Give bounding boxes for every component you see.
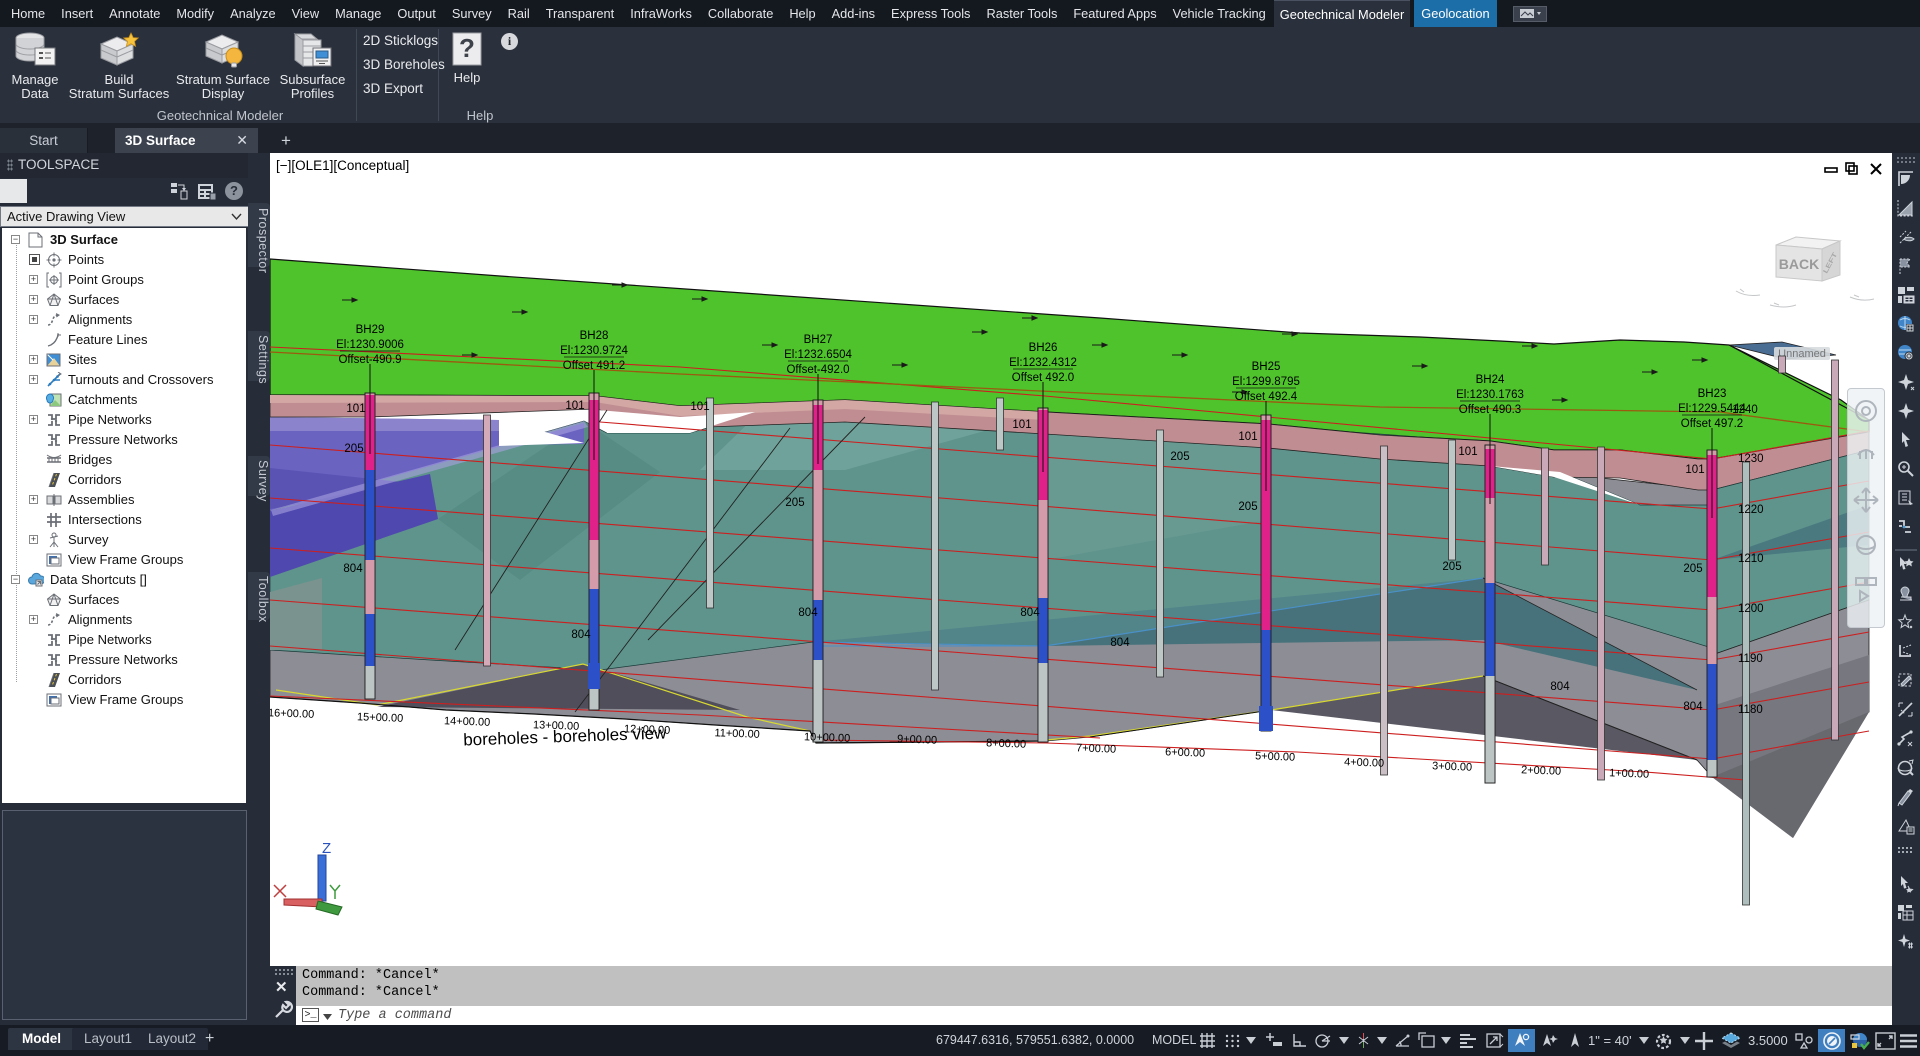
svg-text:3+00.00: 3+00.00 [1432, 760, 1472, 773]
svg-text:Offset 492.4: Offset 492.4 [1235, 391, 1298, 403]
svg-text:1180: 1180 [1738, 704, 1763, 716]
svg-text:1+00.00: 1+00.00 [1609, 767, 1649, 780]
svg-text:101: 101 [1458, 446, 1477, 458]
svg-text:6+00.00: 6+00.00 [1165, 746, 1205, 759]
svg-text:804: 804 [1683, 701, 1703, 713]
svg-text:101: 101 [1238, 431, 1257, 443]
svg-text:BH29: BH29 [356, 324, 385, 336]
svg-text:11+00.00: 11+00.00 [714, 727, 760, 741]
svg-text:BH27: BH27 [804, 334, 833, 346]
svg-text:205: 205 [1442, 561, 1461, 573]
svg-text:804: 804 [571, 629, 591, 641]
svg-text:101: 101 [690, 401, 709, 413]
svg-text:205: 205 [344, 443, 363, 455]
svg-text:1240: 1240 [1732, 404, 1758, 416]
svg-text:Z: Z [322, 841, 331, 857]
svg-text:El:1230.9724: El:1230.9724 [560, 345, 628, 357]
svg-text:boreholes - boreholes view: boreholes - boreholes view [463, 723, 667, 749]
svg-text:El:1230.9006: El:1230.9006 [336, 339, 404, 351]
svg-text:101: 101 [1685, 464, 1704, 476]
svg-text:Offset 492.0: Offset 492.0 [1012, 372, 1074, 384]
svg-text:205: 205 [1170, 451, 1189, 463]
svg-text:BH25: BH25 [1252, 361, 1281, 373]
svg-text:101: 101 [1012, 419, 1031, 431]
svg-text:4+00.00: 4+00.00 [1344, 756, 1384, 769]
svg-text:El:1230.1763: El:1230.1763 [1456, 389, 1524, 401]
svg-text:205: 205 [785, 497, 804, 509]
svg-text:5+00.00: 5+00.00 [1255, 750, 1295, 763]
svg-text:205: 205 [1683, 563, 1702, 575]
svg-text:14+00.00: 14+00.00 [444, 715, 491, 729]
svg-text:101: 101 [565, 400, 584, 412]
svg-text:Offset-490.9: Offset-490.9 [338, 354, 401, 366]
svg-text:El:1232.6504: El:1232.6504 [784, 349, 852, 361]
svg-text:BH28: BH28 [580, 330, 609, 342]
svg-text:BH23: BH23 [1698, 388, 1727, 400]
svg-text:16+00.00: 16+00.00 [270, 707, 314, 721]
svg-text:10+00.00: 10+00.00 [804, 731, 851, 745]
svg-text:BACK: BACK [1779, 256, 1819, 272]
svg-text:1200: 1200 [1738, 603, 1764, 615]
svg-text:7+00.00: 7+00.00 [1076, 742, 1116, 755]
svg-text:Offset-492.0: Offset-492.0 [786, 364, 849, 376]
svg-text:804: 804 [1020, 607, 1040, 619]
svg-text:804: 804 [798, 607, 818, 619]
svg-text:804: 804 [343, 563, 363, 575]
svg-text:804: 804 [1550, 681, 1570, 693]
svg-text:Offset 491.2: Offset 491.2 [563, 360, 625, 372]
svg-text:El:1232.4312: El:1232.4312 [1009, 357, 1077, 369]
svg-text:El:1299.8795: El:1299.8795 [1232, 376, 1300, 388]
svg-text:Offset 490.3: Offset 490.3 [1459, 404, 1521, 416]
svg-text:BH26: BH26 [1029, 342, 1058, 354]
svg-text:?: ? [459, 33, 475, 63]
svg-text:9+00.00: 9+00.00 [897, 733, 937, 746]
svg-text:1210: 1210 [1738, 553, 1764, 565]
svg-text:804: 804 [1110, 637, 1130, 649]
svg-text:Offset 497.2: Offset 497.2 [1681, 418, 1743, 430]
svg-text:BH24: BH24 [1476, 374, 1505, 386]
svg-text:15+00.00: 15+00.00 [357, 711, 404, 725]
svg-text:1230: 1230 [1738, 453, 1764, 465]
svg-text:8+00.00: 8+00.00 [986, 737, 1026, 750]
svg-text:101: 101 [346, 403, 365, 415]
svg-text:2+00.00: 2+00.00 [1521, 764, 1561, 777]
svg-text:1220: 1220 [1738, 504, 1764, 516]
svg-text:205: 205 [1238, 501, 1257, 513]
svg-text:1190: 1190 [1738, 653, 1763, 665]
